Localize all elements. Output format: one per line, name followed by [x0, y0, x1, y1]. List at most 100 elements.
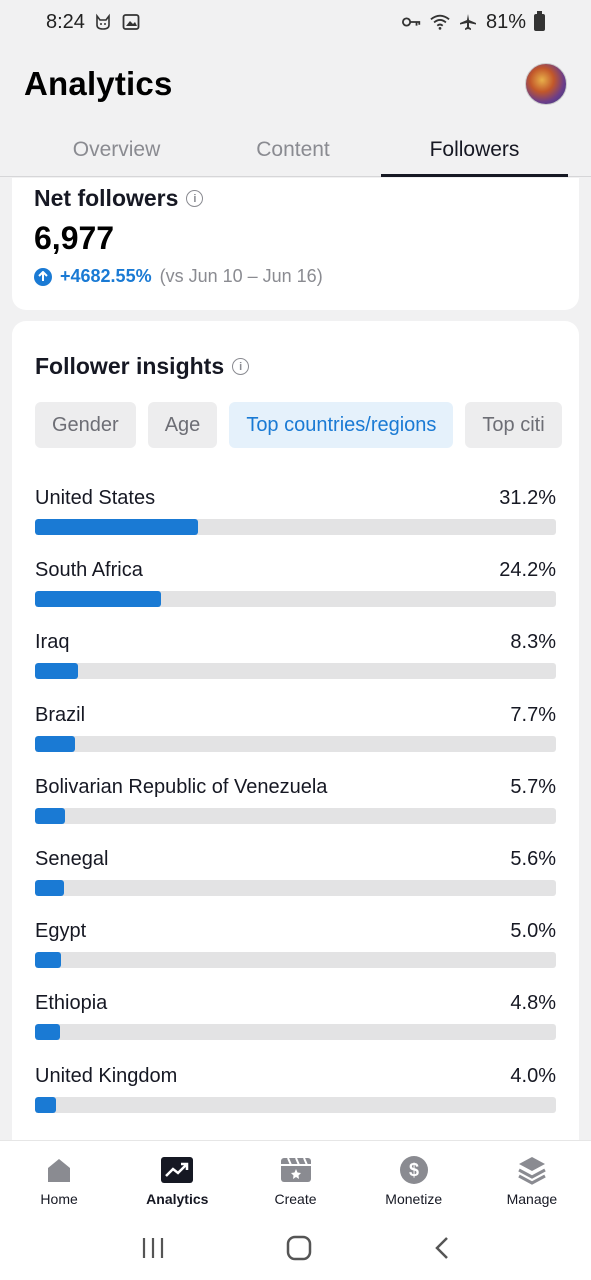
net-followers-title: Net followers [34, 185, 179, 211]
follower-insights-title: Follower insights [35, 353, 225, 379]
percent-bar-fill [35, 1024, 60, 1041]
country-percent: 31.2% [499, 487, 556, 509]
country-name: Ethiopia [35, 992, 108, 1015]
status-left: 8:24 [46, 11, 141, 34]
home-button[interactable] [286, 1235, 312, 1266]
percent-bar-fill [35, 519, 198, 535]
percent-bar-fill [35, 591, 162, 608]
country-row: Iraq 8.3% [35, 625, 556, 697]
dollar-icon: $ [398, 1155, 430, 1185]
percent-bar-fill [35, 879, 65, 896]
percent-bar-fill [35, 807, 65, 824]
percent-bar-fill [35, 952, 62, 969]
change-percent: +4682.55% [60, 266, 152, 286]
header: Analytics [0, 44, 591, 124]
country-name: South Africa [35, 559, 143, 582]
country-row: Senegal 5.6% [35, 842, 556, 914]
analytics-icon [161, 1155, 194, 1185]
image-notification-icon [121, 12, 141, 32]
system-nav-bar [0, 1220, 591, 1280]
nav-manage-label: Manage [506, 1190, 558, 1207]
bottom-nav: Home Analytics Create $ Monetize Manage [0, 1140, 591, 1220]
chip-top-cities[interactable]: Top citi [465, 402, 562, 448]
status-time: 8:24 [46, 10, 85, 33]
home-icon [43, 1155, 75, 1185]
status-bar: 8:24 81% [0, 0, 591, 44]
country-percent: 4.8% [510, 992, 556, 1015]
percent-bar-track [35, 663, 556, 680]
nav-analytics-label: Analytics [146, 1190, 209, 1207]
tab-followers[interactable]: Followers [381, 124, 568, 177]
country-name: Egypt [35, 920, 87, 943]
net-followers-heading: Net followers i [34, 185, 204, 212]
country-row: Egypt 5.0% [35, 914, 556, 986]
country-name: Iraq [35, 631, 70, 654]
percent-bar-track [35, 519, 556, 535]
country-row: Bolivarian Republic of Venezuela 5.7% [35, 770, 556, 842]
status-right: 81% [401, 10, 545, 34]
page-title: Analytics [24, 65, 173, 102]
country-percent: 5.0% [510, 920, 556, 943]
country-row: United Kingdom 4.0% [35, 1059, 556, 1131]
country-name: Senegal [35, 847, 109, 870]
country-row: United States 31.2% [35, 481, 556, 553]
info-icon[interactable]: i [232, 358, 250, 375]
country-name: United States [35, 487, 156, 509]
nav-manage[interactable]: Manage [473, 1141, 591, 1220]
wifi-icon [430, 12, 450, 32]
scroll-content[interactable]: Net followers i 6,977 +4682.55% (vs Jun … [0, 178, 591, 1140]
percent-bar-fill [35, 735, 76, 752]
percent-bar-fill [35, 1096, 56, 1113]
layers-icon [516, 1155, 548, 1185]
country-name: Bolivarian Republic of Venezuela [35, 775, 328, 798]
change-range: (vs Jun 10 – Jun 16) [159, 266, 323, 286]
cat-notification-icon [93, 12, 113, 32]
back-button[interactable] [434, 1236, 450, 1265]
country-row: Brazil 7.7% [35, 698, 556, 770]
tab-overview[interactable]: Overview [0, 124, 205, 176]
chip-gender[interactable]: Gender [35, 402, 136, 448]
percent-bar-track [35, 1024, 556, 1041]
nav-monetize-label: Monetize [385, 1190, 443, 1207]
nav-create-label: Create [274, 1190, 317, 1207]
country-list: United States 31.2% South Africa 24.2% Iraq 8… [35, 481, 556, 1131]
percent-bar-track [35, 735, 556, 752]
nav-create[interactable]: Create [236, 1141, 354, 1220]
recent-apps-button[interactable] [141, 1237, 165, 1264]
net-followers-value: 6,977 [34, 220, 115, 256]
airplane-icon [458, 12, 478, 32]
arrow-up-icon [34, 267, 52, 286]
percent-bar-track [35, 591, 556, 608]
net-followers-change: +4682.55% (vs Jun 10 – Jun 16) [34, 266, 323, 287]
country-name: United Kingdom [35, 1064, 178, 1087]
nav-monetize[interactable]: $ Monetize [355, 1141, 473, 1220]
country-percent: 8.3% [510, 631, 556, 654]
net-followers-card: Net followers i 6,977 +4682.55% (vs Jun … [12, 178, 579, 310]
country-percent: 24.2% [499, 559, 556, 582]
country-percent: 4.0% [510, 1064, 556, 1087]
country-row: Ethiopia 4.8% [35, 986, 556, 1058]
percent-bar-track [35, 879, 556, 896]
country-percent: 7.7% [510, 703, 556, 726]
country-name: Brazil [35, 703, 86, 726]
country-percent: 5.7% [510, 775, 556, 798]
chip-age[interactable]: Age [147, 402, 218, 448]
tab-content[interactable]: Content [205, 124, 381, 176]
follower-insights-heading: Follower insights i [35, 353, 250, 380]
tab-bar: Overview Content Followers [0, 124, 591, 177]
info-icon[interactable]: i [186, 190, 204, 207]
chip-top-countries[interactable]: Top countries/regions [229, 402, 454, 448]
country-row: South Africa 24.2% [35, 553, 556, 625]
svg-text:$: $ [409, 1160, 419, 1180]
percent-bar-track [35, 952, 556, 969]
follower-insights-card: Follower insights i Gender Age Top count… [12, 321, 579, 1140]
avatar[interactable] [525, 63, 567, 105]
percent-bar-track [35, 807, 556, 824]
percent-bar-track [35, 1096, 556, 1113]
country-percent: 5.6% [510, 847, 556, 870]
insight-chip-bar: Gender Age Top countries/regions Top cit… [35, 402, 579, 448]
nav-analytics[interactable]: Analytics [118, 1141, 236, 1220]
nav-home[interactable]: Home [0, 1141, 118, 1220]
percent-bar-fill [35, 663, 79, 680]
key-icon [401, 12, 422, 32]
